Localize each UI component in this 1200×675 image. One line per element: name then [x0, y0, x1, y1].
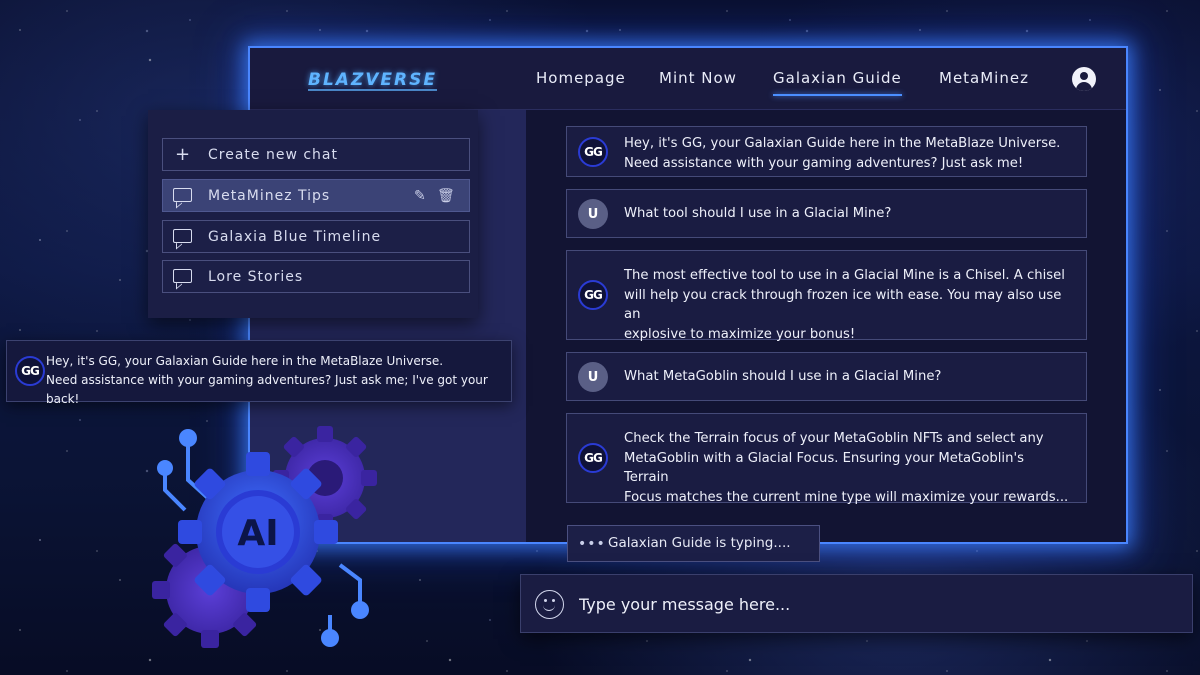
message-text: Check the Terrain focus of your MetaGobl…	[624, 429, 1072, 507]
nav-homepage[interactable]: Homepage	[536, 69, 626, 87]
message-line: What MetaGoblin should I use in a Glacia…	[624, 369, 942, 384]
greeting-line: Need assistance with your gaming adventu…	[46, 373, 488, 406]
message-line: MetaGoblin with a Glacial Focus. Ensurin…	[624, 450, 1024, 486]
message-line: Focus matches the current mine type will…	[624, 489, 1069, 505]
message-line: The most effective tool to use in a Glac…	[624, 268, 1065, 283]
top-navigation-bar: BLAZVERSE Homepage Mint Now Galaxian Gui…	[250, 48, 1126, 110]
nav-galaxian-guide[interactable]: Galaxian Guide	[773, 69, 902, 96]
message-user: U What tool should I use in a Glacial Mi…	[566, 189, 1087, 238]
create-new-chat-button[interactable]: + Create new chat	[162, 138, 470, 171]
floating-greeting-card: GG Hey, it's GG, your Galaxian Guide her…	[6, 340, 512, 406]
chat-history-panel: + Create new chat MetaMinez Tips ✎ 🗑 Gal…	[148, 110, 478, 318]
assistant-avatar: GG	[578, 137, 608, 167]
message-assistant: GG The most effective tool to use in a G…	[566, 250, 1087, 342]
message-assistant: GG Hey, it's GG, your Galaxian Guide her…	[566, 126, 1087, 177]
nav-mint-now[interactable]: Mint Now	[659, 69, 737, 87]
assistant-avatar: GG	[15, 356, 45, 386]
message-text: What tool should I use in a Glacial Mine…	[624, 204, 1072, 224]
sidebar-item-metaminez-tips[interactable]: MetaMinez Tips ✎ 🗑	[162, 179, 470, 212]
typing-label: Galaxian Guide is typing....	[608, 535, 791, 551]
user-icon-body	[1076, 82, 1092, 91]
user-avatar: U	[578, 362, 608, 392]
message-line: will help you crack through frozen ice w…	[624, 287, 1062, 323]
user-icon-head	[1080, 72, 1088, 80]
nav-metaminez[interactable]: MetaMinez	[939, 69, 1029, 87]
main-gear: AI	[178, 452, 338, 612]
trash-icon[interactable]: 🗑	[437, 188, 455, 204]
greeting-text: Hey, it's GG, your Galaxian Guide here i…	[46, 352, 507, 409]
sidebar-item-galaxia-blue-timeline[interactable]: Galaxia Blue Timeline	[162, 220, 470, 253]
chat-icon	[173, 188, 192, 202]
message-text: Hey, it's GG, your Galaxian Guide here i…	[624, 134, 1072, 173]
message-line: Check the Terrain focus of your MetaGobl…	[624, 431, 1044, 446]
chat-icon	[173, 269, 192, 283]
emoji-icon[interactable]	[535, 590, 564, 619]
typing-indicator: ••• Galaxian Guide is typing....	[567, 525, 820, 562]
message-text: What MetaGoblin should I use in a Glacia…	[624, 367, 1072, 387]
sidebar-item-label: Lore Stories	[208, 269, 304, 285]
message-composer	[520, 574, 1193, 633]
message-line: Need assistance with your gaming adventu…	[624, 155, 1024, 171]
assistant-avatar: GG	[578, 280, 608, 310]
create-new-chat-label: Create new chat	[208, 147, 338, 163]
emoji-mouth	[543, 604, 555, 611]
sidebar-item-label: Galaxia Blue Timeline	[208, 229, 382, 245]
message-user: U What MetaGoblin should I use in a Glac…	[566, 352, 1087, 401]
ai-gear-graphic: AI	[152, 426, 377, 648]
brand-logo-underline	[308, 89, 437, 91]
message-line: What tool should I use in a Glacial Mine…	[624, 206, 892, 221]
ai-label: AI	[237, 513, 278, 554]
greeting-line: Hey, it's GG, your Galaxian Guide here i…	[46, 354, 444, 368]
chat-icon-wrap	[173, 268, 193, 286]
brand-logo[interactable]: BLAZVERSE	[308, 68, 437, 92]
chat-icon	[173, 229, 192, 243]
sidebar-item-label: MetaMinez Tips	[208, 188, 331, 204]
emoji-eye-left	[544, 599, 547, 602]
message-text: The most effective tool to use in a Glac…	[624, 266, 1072, 344]
typing-dots-icon: •••	[578, 536, 606, 552]
chat-icon-wrap	[173, 228, 193, 246]
brand-logo-text: BLAZVERSE	[308, 70, 437, 90]
message-line: explosive to maximize your bonus!	[624, 326, 856, 342]
assistant-avatar: GG	[578, 443, 608, 473]
user-icon[interactable]	[1072, 67, 1096, 91]
plus-icon: +	[175, 144, 191, 165]
message-input[interactable]	[579, 589, 1169, 619]
message-line: Hey, it's GG, your Galaxian Guide here i…	[624, 136, 1061, 151]
edit-icon[interactable]: ✎	[414, 188, 430, 204]
message-assistant: GG Check the Terrain focus of your MetaG…	[566, 413, 1087, 505]
sidebar-item-lore-stories[interactable]: Lore Stories	[162, 260, 470, 293]
emoji-eye-right	[552, 599, 555, 602]
chat-icon-wrap	[173, 187, 193, 205]
plus-icon-wrap: +	[173, 146, 193, 164]
user-avatar: U	[578, 199, 608, 229]
